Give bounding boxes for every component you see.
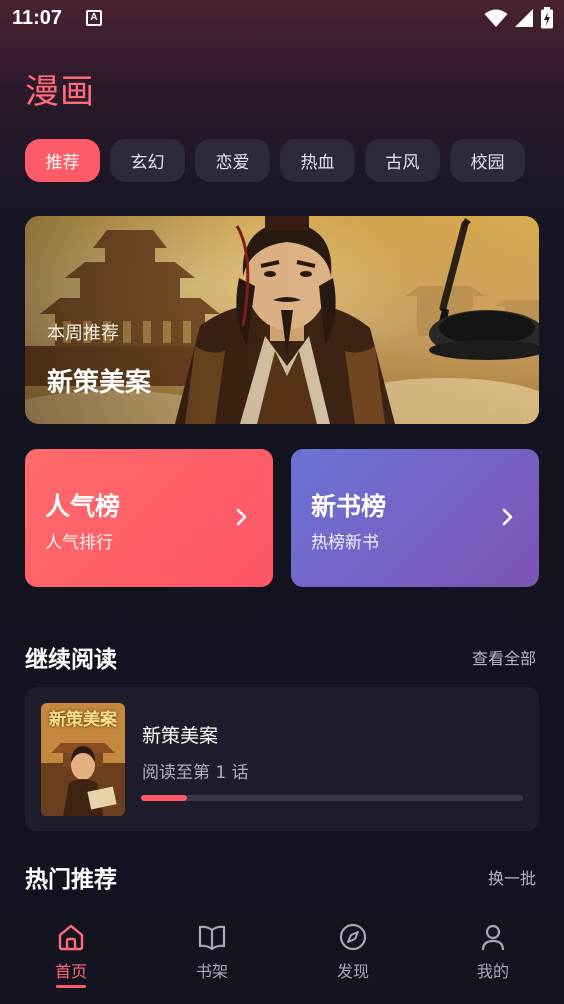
- rank-card-subtitle: 人气排行: [45, 533, 113, 553]
- page-title: 漫画: [25, 72, 95, 112]
- compass-icon: [339, 923, 367, 951]
- featured-banner[interactable]: 本周推荐 新策美案: [25, 216, 539, 424]
- battery-icon: [541, 7, 553, 29]
- nav-label: 我的: [476, 962, 509, 981]
- tab-recommend[interactable]: 推荐: [25, 139, 100, 182]
- status-indicators: [484, 7, 554, 29]
- new-books-rank-card[interactable]: 新书榜 热榜新书: [291, 449, 539, 587]
- nav-home[interactable]: 首页: [31, 922, 111, 982]
- status-bar: 11:07 A: [0, 0, 564, 38]
- home-icon: [58, 924, 84, 951]
- refresh-batch-link[interactable]: 换一批: [488, 865, 536, 889]
- tab-action[interactable]: 热血: [280, 139, 355, 182]
- notification-app-icon: A: [86, 10, 102, 26]
- bookshelf-icon: [198, 925, 226, 951]
- rank-card-subtitle: 热榜新书: [311, 533, 379, 553]
- nav-discover[interactable]: 发现: [313, 922, 393, 982]
- nav-label: 书架: [195, 962, 228, 981]
- tab-campus[interactable]: 校园: [450, 139, 525, 182]
- continue-reading-heading: 继续阅读: [25, 647, 117, 673]
- tab-ancient[interactable]: 古风: [365, 139, 440, 182]
- continue-reading-card[interactable]: 新策美案 新策美案 阅读至第 1 话: [25, 687, 539, 831]
- home-screen: 11:07 A 漫画 推荐 玄幻 恋爱 热血 古风 校园 本周推荐 新策美案 人…: [0, 0, 564, 1004]
- rank-card-title: 人气榜: [45, 492, 121, 521]
- tab-fantasy[interactable]: 玄幻: [110, 139, 185, 182]
- view-all-link[interactable]: 查看全部: [472, 645, 536, 669]
- banner-subtitle: 本周推荐: [47, 323, 119, 344]
- nav-label: 发现: [336, 962, 369, 981]
- bottom-navigation: 首页 书架 发现 我的: [0, 910, 564, 1004]
- tab-romance[interactable]: 恋爱: [195, 139, 270, 182]
- wifi-icon: [484, 9, 508, 27]
- hot-recommend-heading: 热门推荐: [25, 867, 117, 893]
- banner-title: 新策美案: [47, 368, 152, 398]
- cellular-signal-icon: [515, 9, 533, 27]
- status-time: 11:07: [12, 7, 63, 29]
- book-cover: 新策美案: [41, 703, 125, 816]
- reading-progress-bar: [141, 795, 523, 801]
- nav-label: 首页: [54, 962, 87, 981]
- popularity-rank-card[interactable]: 人气榜 人气排行: [25, 449, 273, 587]
- active-tab-indicator: [56, 985, 86, 988]
- user-icon: [481, 924, 505, 951]
- nav-profile[interactable]: 我的: [453, 922, 533, 982]
- chevron-right-icon: [502, 508, 513, 526]
- book-title: 新策美案: [142, 725, 219, 747]
- cover-title: 新策美案: [49, 710, 117, 730]
- reading-progress-fill: [141, 795, 187, 801]
- nav-bookshelf[interactable]: 书架: [172, 922, 252, 982]
- reading-progress-text: 阅读至第 1 话: [142, 763, 249, 783]
- rank-card-title: 新书榜: [311, 492, 387, 521]
- chevron-right-icon: [236, 508, 247, 526]
- category-tabs: 推荐 玄幻 恋爱 热血 古风 校园: [25, 139, 525, 182]
